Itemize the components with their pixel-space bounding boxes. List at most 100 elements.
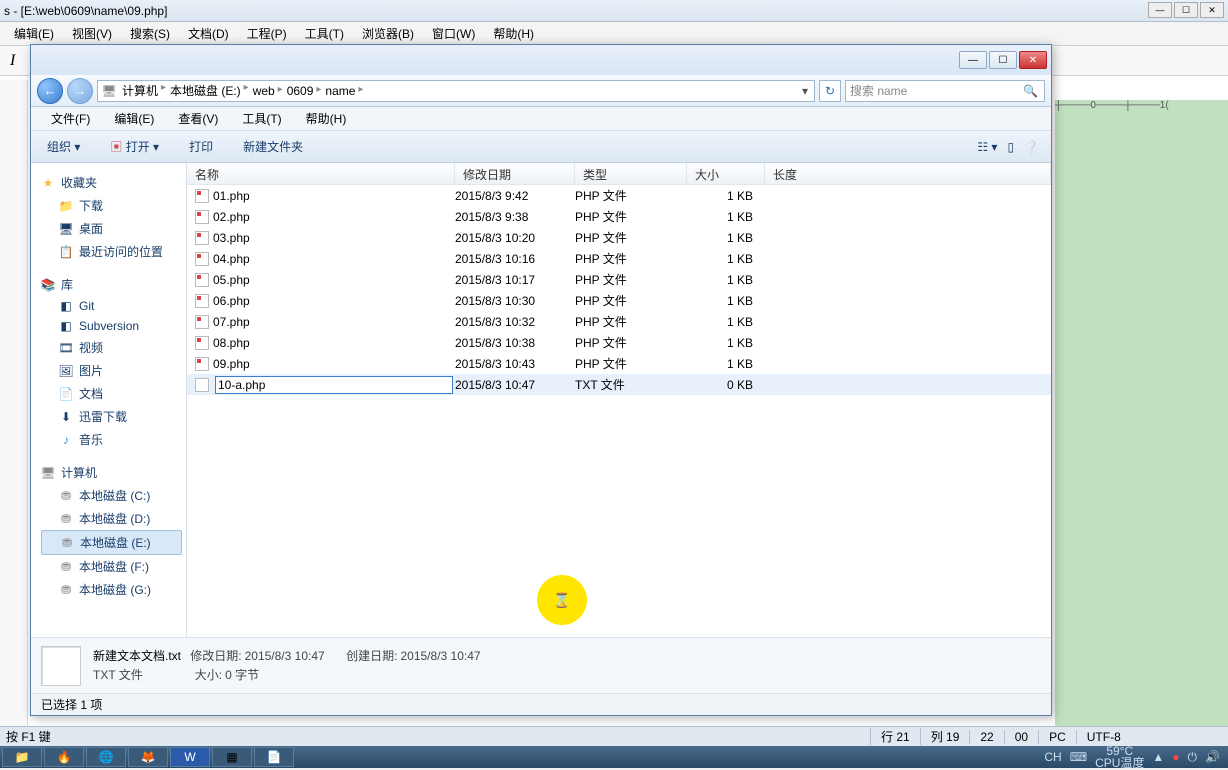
nav-drive-e[interactable]: ⛃本地磁盘 (E:) <box>41 530 182 555</box>
editor-close-button[interactable]: ✕ <box>1200 2 1224 18</box>
rename-input[interactable] <box>216 378 452 392</box>
maximize-button[interactable]: ☐ <box>989 51 1017 69</box>
nav-libraries[interactable]: 📚库 <box>41 273 186 296</box>
minimize-button[interactable]: — <box>959 51 987 69</box>
nav-videos[interactable]: 🎞视频 <box>41 336 186 359</box>
breadcrumb-dropdown-icon[interactable]: ▾ <box>796 84 814 98</box>
drive-icon: ⛃ <box>59 489 73 503</box>
php-file-icon <box>195 294 209 308</box>
explorer-titlebar[interactable]: — ☐ ✕ <box>31 45 1051 75</box>
nav-drive-f[interactable]: ⛃本地磁盘 (F:) <box>41 555 186 578</box>
ex-menu-edit[interactable]: 编辑(E) <box>104 107 164 130</box>
nav-recent[interactable]: 📋最近访问的位置 <box>41 240 186 263</box>
menu-edit[interactable]: 编辑(E) <box>6 22 62 45</box>
breadcrumb-computer[interactable]: 计算机 <box>120 82 164 99</box>
breadcrumb-0609[interactable]: 0609 <box>285 84 320 98</box>
organize-button[interactable]: 组织 ▾ <box>41 134 86 159</box>
nav-pictures[interactable]: 🖼图片 <box>41 359 186 382</box>
menu-search[interactable]: 搜索(S) <box>122 22 178 45</box>
nav-computer[interactable]: 🖥计算机 <box>41 461 186 484</box>
file-date: 2015/8/3 10:17 <box>455 273 575 287</box>
nav-music[interactable]: ♪音乐 <box>41 428 186 451</box>
task-word[interactable]: W <box>170 747 210 767</box>
ex-menu-view[interactable]: 查看(V) <box>168 107 228 130</box>
ex-menu-help[interactable]: 帮助(H) <box>296 107 357 130</box>
php-file-icon <box>195 357 209 371</box>
file-row[interactable]: 02.php2015/8/3 9:38PHP 文件1 KB <box>187 206 1051 227</box>
file-row[interactable]: 03.php2015/8/3 10:20PHP 文件1 KB <box>187 227 1051 248</box>
col-name[interactable]: 名称 <box>187 163 455 184</box>
menu-tools[interactable]: 工具(T) <box>297 22 352 45</box>
task-app3[interactable]: ▦ <box>212 747 252 767</box>
menu-document[interactable]: 文档(D) <box>180 22 237 45</box>
nav-drive-d[interactable]: ⛃本地磁盘 (D:) <box>41 507 186 530</box>
search-input[interactable]: 搜索 name 🔍 <box>845 80 1045 102</box>
file-row[interactable]: 01.php2015/8/3 9:42PHP 文件1 KB <box>187 185 1051 206</box>
editor-maximize-button[interactable]: ☐ <box>1174 2 1198 18</box>
task-explorer[interactable]: 📁 <box>2 747 42 767</box>
file-row[interactable]: 08.php2015/8/3 10:38PHP 文件1 KB <box>187 332 1051 353</box>
details-mod: 2015/8/3 10:47 <box>245 649 325 663</box>
tray-vol-icon[interactable]: 🔊 <box>1205 750 1220 764</box>
back-button[interactable]: ← <box>37 78 63 104</box>
tray-net-icon[interactable]: ⏻ <box>1188 750 1198 765</box>
menu-window[interactable]: 窗口(W) <box>424 22 483 45</box>
nav-documents[interactable]: 📄文档 <box>41 382 186 405</box>
ex-menu-file[interactable]: 文件(F) <box>41 107 100 130</box>
nav-desktop[interactable]: 🖥桌面 <box>41 217 186 240</box>
nav-drive-g[interactable]: ⛃本地磁盘 (G:) <box>41 578 186 601</box>
newfolder-button[interactable]: 新建文件夹 <box>237 134 309 159</box>
menu-browser[interactable]: 浏览器(B) <box>354 22 422 45</box>
print-button[interactable]: 打印 <box>183 134 219 159</box>
col-length[interactable]: 长度 <box>765 163 1051 184</box>
preview-pane-button[interactable]: ▯ <box>1007 140 1014 154</box>
editor-minimize-button[interactable]: — <box>1148 2 1172 18</box>
tray-icon[interactable]: ▲ <box>1152 750 1164 764</box>
col-size[interactable]: 大小 <box>687 163 765 184</box>
nav-xunlei[interactable]: ⬇迅雷下载 <box>41 405 186 428</box>
task-app2[interactable]: 🌐 <box>86 747 126 767</box>
italic-icon[interactable]: I <box>4 52 21 70</box>
file-row-renaming[interactable]: 2015/8/3 10:47TXT 文件0 KB <box>187 374 1051 395</box>
help-icon[interactable]: ❔ <box>1024 140 1039 154</box>
search-icon[interactable]: 🔍 <box>1017 84 1044 98</box>
task-notepad[interactable]: 📄 <box>254 747 294 767</box>
col-type[interactable]: 类型 <box>575 163 687 184</box>
nav-favorites[interactable]: ★收藏夹 <box>41 171 186 194</box>
file-row[interactable]: 07.php2015/8/3 10:32PHP 文件1 KB <box>187 311 1051 332</box>
tray-rec-icon[interactable]: ● <box>1172 750 1179 764</box>
nav-git[interactable]: ◧Git <box>41 296 186 316</box>
explorer-menubar: 文件(F) 编辑(E) 查看(V) 工具(T) 帮助(H) <box>31 107 1051 131</box>
nav-svn[interactable]: ◧Subversion <box>41 316 186 336</box>
ime-indicator[interactable]: CH <box>1044 750 1061 764</box>
breadcrumb-name[interactable]: name <box>323 84 361 98</box>
php-file-icon <box>195 336 209 350</box>
menu-help[interactable]: 帮助(H) <box>485 22 542 45</box>
file-row[interactable]: 06.php2015/8/3 10:30PHP 文件1 KB <box>187 290 1051 311</box>
address-bar[interactable]: 🖥 计算机 本地磁盘 (E:) web 0609 name ▾ <box>97 80 815 102</box>
task-app1[interactable]: 🔥 <box>44 747 84 767</box>
menu-view[interactable]: 视图(V) <box>64 22 120 45</box>
file-row[interactable]: 04.php2015/8/3 10:16PHP 文件1 KB <box>187 248 1051 269</box>
task-firefox[interactable]: 🦊 <box>128 747 168 767</box>
forward-button[interactable]: → <box>67 78 93 104</box>
breadcrumb-drive[interactable]: 本地磁盘 (E:) <box>168 82 247 99</box>
ex-menu-tools[interactable]: 工具(T) <box>232 107 291 130</box>
rename-input-wrap <box>215 376 453 394</box>
breadcrumb-web[interactable]: web <box>251 84 281 98</box>
close-button[interactable]: ✕ <box>1019 51 1047 69</box>
refresh-button[interactable]: ↻ <box>819 80 841 102</box>
file-list[interactable]: 01.php2015/8/3 9:42PHP 文件1 KB02.php2015/… <box>187 185 1051 637</box>
details-filename: 新建文本文档.txt <box>93 649 181 663</box>
ime-icon[interactable]: ⌨ <box>1070 750 1087 764</box>
file-row[interactable]: 09.php2015/8/3 10:43PHP 文件1 KB <box>187 353 1051 374</box>
view-mode-button[interactable]: ☷ ▾ <box>977 140 997 154</box>
nav-downloads[interactable]: 📁下载 <box>41 194 186 217</box>
editor-gutter <box>0 80 28 726</box>
menu-project[interactable]: 工程(P) <box>239 22 295 45</box>
nav-drive-c[interactable]: ⛃本地磁盘 (C:) <box>41 484 186 507</box>
open-button[interactable]: ▣ 打开 ▾ <box>104 134 165 159</box>
file-row[interactable]: 05.php2015/8/3 10:17PHP 文件1 KB <box>187 269 1051 290</box>
col-date[interactable]: 修改日期 <box>455 163 575 184</box>
editor-body[interactable] <box>1055 120 1228 728</box>
